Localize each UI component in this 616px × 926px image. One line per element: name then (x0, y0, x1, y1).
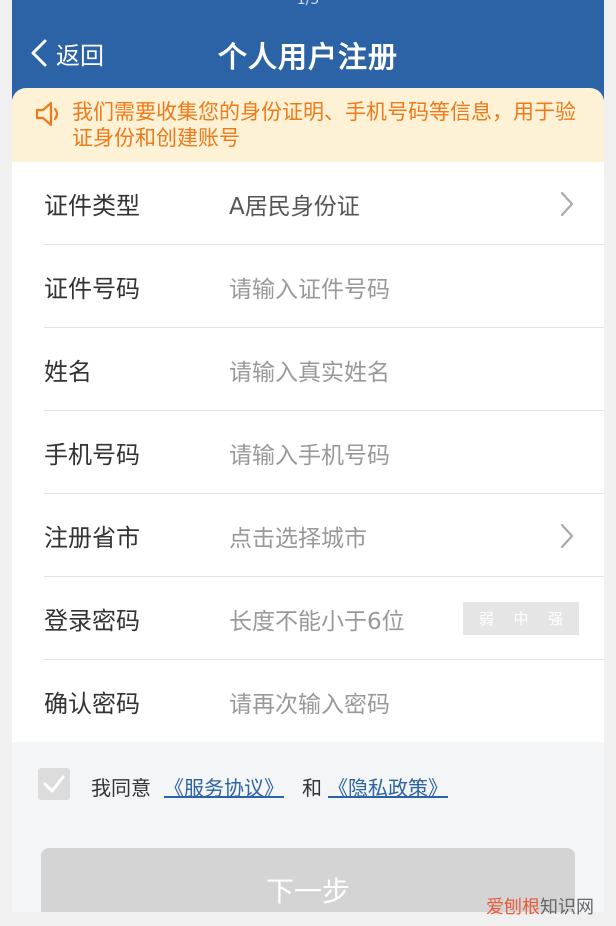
id-type-select[interactable]: A居民身份证 (229, 187, 360, 221)
strength-strong: 强 (548, 610, 564, 628)
field-label: 注册省市 (44, 524, 140, 552)
field-label: 登录密码 (44, 607, 140, 635)
checkmark-icon (43, 775, 65, 793)
field-label: 证件号码 (44, 275, 140, 303)
chevron-right-icon (560, 191, 574, 216)
title-bar: 1/5 返回 个人用户注册 (12, 0, 604, 100)
field-label: 手机号码 (44, 441, 140, 469)
agree-checkbox[interactable] (38, 768, 70, 800)
status-fragment: 1/5 (296, 0, 320, 8)
watermark: 爱刨根知识网 (486, 893, 594, 919)
field-phone[interactable]: 手机号码 请输入手机号码 (12, 411, 604, 494)
field-city[interactable]: 注册省市 点击选择城市 (12, 494, 604, 577)
registration-form: 证件类型 A居民身份证 证件号码 请输入证件号码 姓名 请输入真实姓名 手机号码… (12, 162, 604, 742)
field-confirm-password[interactable]: 确认密码 请再次输入密码 (12, 660, 604, 743)
app-screen: 1/5 返回 个人用户注册 我们需要收集您的身份证明、手机号码等信息，用于验证身… (12, 0, 604, 912)
password-input[interactable]: 长度不能小于6位 (229, 602, 405, 636)
privacy-notice: 我们需要收集您的身份证明、手机号码等信息，用于验证身份和创建账号 (12, 88, 604, 162)
strength-weak: 弱 (478, 610, 494, 628)
city-select[interactable]: 点击选择城市 (229, 519, 367, 553)
phone-input[interactable]: 请输入手机号码 (229, 436, 390, 470)
password-strength-meter: 弱 中 强 (463, 602, 579, 635)
agree-label: 我同意 (91, 776, 151, 800)
field-id-type[interactable]: 证件类型 A居民身份证 (12, 162, 604, 245)
field-password[interactable]: 登录密码 长度不能小于6位 弱 中 强 (12, 577, 604, 660)
real-name-input[interactable]: 请输入真实姓名 (229, 353, 390, 387)
next-step-label: 下一步 (265, 875, 350, 908)
speaker-icon (35, 101, 59, 127)
id-number-input[interactable]: 请输入证件号码 (229, 270, 390, 304)
page-title: 个人用户注册 (217, 40, 398, 74)
field-label: 证件类型 (44, 192, 140, 220)
chevron-right-icon (560, 523, 574, 548)
watermark-brand: 爱刨根 (486, 897, 540, 918)
field-label: 姓名 (44, 358, 92, 386)
field-name[interactable]: 姓名 请输入真实姓名 (12, 328, 604, 411)
service-agreement-link[interactable]: 《服务协议》 (164, 772, 284, 801)
strength-medium: 中 (513, 610, 529, 628)
privacy-policy-link[interactable]: 《隐私政策》 (328, 772, 448, 801)
field-id-number[interactable]: 证件号码 请输入证件号码 (12, 245, 604, 328)
field-label: 确认密码 (44, 690, 140, 718)
notice-text: 我们需要收集您的身份证明、手机号码等信息，用于验证身份和创建账号 (72, 100, 576, 150)
and-label: 和 (302, 776, 322, 800)
watermark-suffix: 知识网 (540, 897, 594, 918)
confirm-password-input[interactable]: 请再次输入密码 (229, 685, 390, 719)
